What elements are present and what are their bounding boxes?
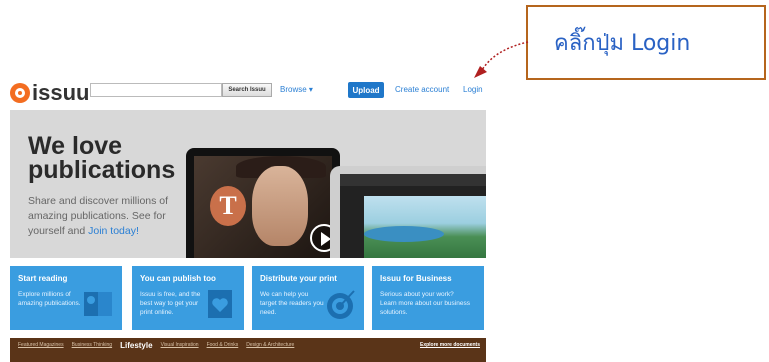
feature-title: Distribute your print bbox=[260, 274, 337, 283]
publish-heart-icon bbox=[202, 286, 238, 322]
instruction-callout: คลิ๊กปุ่ม Login bbox=[526, 5, 766, 80]
feature-body: Serious about your work? Learn more abou… bbox=[380, 291, 470, 316]
landscape-image bbox=[364, 196, 486, 258]
login-link[interactable]: Login bbox=[463, 85, 483, 94]
search-input[interactable] bbox=[90, 83, 222, 97]
face-shape bbox=[252, 166, 308, 246]
feature-title: Start reading bbox=[18, 274, 68, 283]
browse-menu[interactable]: Browse ▾ bbox=[280, 85, 313, 94]
play-icon[interactable] bbox=[310, 224, 332, 252]
category-design-architecture[interactable]: Design & Architecture bbox=[246, 342, 294, 348]
feature-distribute[interactable]: Distribute your print We can help you ta… bbox=[252, 266, 364, 330]
feature-title: You can publish too bbox=[140, 274, 216, 283]
category-food-drinks[interactable]: Food & Drinks bbox=[207, 342, 239, 348]
nyt-logo-icon: T bbox=[210, 186, 246, 226]
laptop-illustration bbox=[330, 166, 486, 258]
callout-arrow-icon bbox=[474, 41, 529, 78]
laptop-screen bbox=[340, 174, 486, 258]
category-visual-inspiration[interactable]: Visual Inspiration bbox=[161, 342, 199, 348]
category-bar: Featured Magazines Business Thinking Lif… bbox=[10, 338, 486, 362]
lake-shape bbox=[364, 226, 444, 242]
feature-title: Issuu for Business bbox=[380, 274, 452, 283]
category-featured-magazines[interactable]: Featured Magazines bbox=[18, 342, 64, 348]
hero-title: We love publications bbox=[28, 132, 176, 184]
logo-text: issuu bbox=[32, 80, 90, 105]
hero-subtitle: Share and discover millions of amazing p… bbox=[28, 194, 190, 239]
feature-publish[interactable]: You can publish too Issuu is free, and t… bbox=[132, 266, 244, 330]
category-business-thinking[interactable]: Business Thinking bbox=[72, 342, 113, 348]
feature-start-reading[interactable]: Start reading Explore millions of amazin… bbox=[10, 266, 122, 330]
laptop-toolbar bbox=[340, 174, 486, 186]
explore-more-link[interactable]: Explore more documents bbox=[420, 342, 480, 348]
feature-business[interactable]: Issuu for Business Serious about your wo… bbox=[372, 266, 484, 330]
issuu-logo-icon bbox=[10, 83, 30, 103]
search-button[interactable]: Search Issuu bbox=[222, 83, 272, 97]
tablet-illustration: T bbox=[186, 148, 340, 258]
upload-button[interactable]: Upload bbox=[348, 82, 384, 98]
create-account-link[interactable]: Create account bbox=[395, 85, 449, 94]
feature-body: Explore millions of amazing publications… bbox=[18, 291, 81, 307]
book-icon bbox=[80, 286, 116, 322]
join-today-link[interactable]: Join today! bbox=[88, 225, 139, 237]
issuu-logo[interactable]: issuu bbox=[10, 80, 89, 106]
tablet-screen: T bbox=[194, 156, 332, 258]
callout-text: คลิ๊กปุ่ม Login bbox=[554, 31, 691, 56]
target-icon bbox=[322, 286, 358, 322]
feature-body: Issuu is free, and the best way to get y… bbox=[140, 291, 201, 316]
category-lifestyle[interactable]: Lifestyle bbox=[120, 341, 152, 350]
hero-banner: We love publications Share and discover … bbox=[10, 110, 486, 258]
feature-body: We can help you target the readers you n… bbox=[260, 291, 324, 316]
